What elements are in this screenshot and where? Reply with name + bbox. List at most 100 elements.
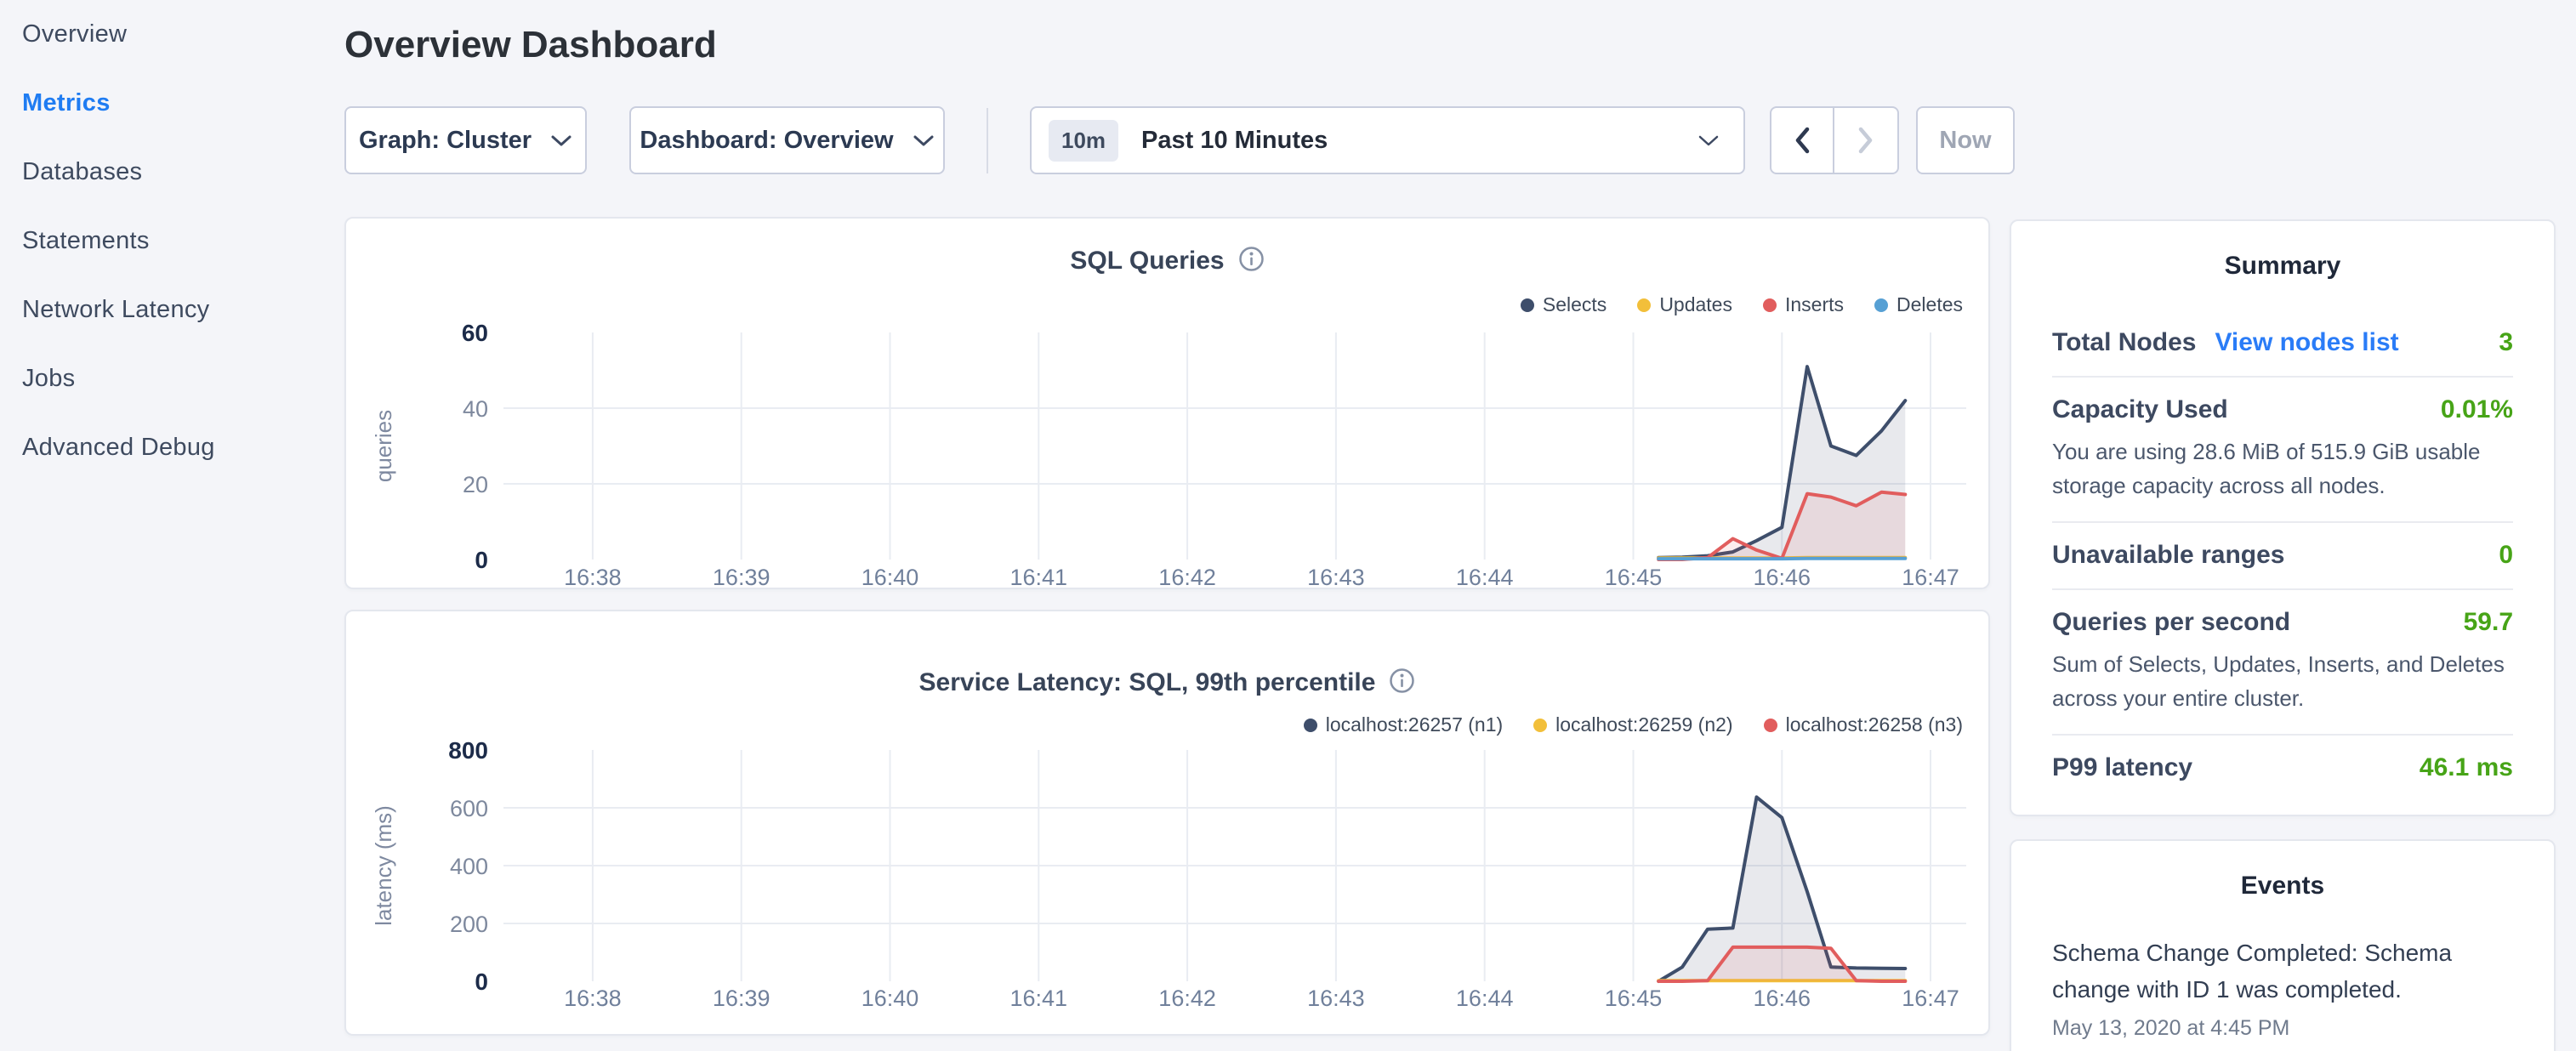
- legend-item[interactable]: localhost:26257 (n1): [1304, 713, 1503, 736]
- svg-text:16:47: 16:47: [1902, 565, 1959, 590]
- chevron-down-icon: [1697, 134, 1720, 147]
- now-button-label: Now: [1939, 127, 1991, 155]
- svg-text:16:38: 16:38: [564, 565, 622, 590]
- time-range-selector[interactable]: 10m Past 10 Minutes: [1030, 106, 1745, 174]
- svg-text:16:44: 16:44: [1456, 565, 1514, 590]
- legend-dot: [1637, 298, 1651, 312]
- legend-dot: [1874, 298, 1888, 312]
- summary-row-value: 46.1 ms: [2420, 753, 2513, 782]
- sidebar-item-databases[interactable]: Databases: [0, 138, 344, 207]
- svg-text:16:39: 16:39: [713, 565, 771, 590]
- svg-text:16:43: 16:43: [1307, 565, 1365, 590]
- events-title: Events: [2011, 872, 2554, 900]
- legend-item[interactable]: localhost:26258 (n3): [1764, 713, 1963, 736]
- legend-label: localhost:26259 (n2): [1555, 713, 1732, 736]
- summary-row-value: 0.01%: [2441, 395, 2513, 424]
- legend-item[interactable]: Inserts: [1763, 293, 1844, 316]
- svg-text:16:41: 16:41: [1010, 565, 1068, 590]
- summary-row-capacity: Capacity Used 0.01%: [2052, 378, 2513, 424]
- summary-row-description: You are using 28.6 MiB of 515.9 GiB usab…: [2052, 435, 2513, 503]
- now-button[interactable]: Now: [1916, 106, 2015, 174]
- time-range-badge: 10m: [1049, 120, 1118, 162]
- graph-dropdown-label: Graph: Cluster: [359, 127, 532, 155]
- svg-text:16:40: 16:40: [862, 986, 919, 1011]
- sql-queries-chart[interactable]: 0 20 40 60 16:38 16:39 16:40 16:41 16:42 16:43 16:…: [359, 316, 1992, 597]
- info-icon[interactable]: [1389, 668, 1415, 698]
- legend-item[interactable]: localhost:26259 (n2): [1533, 713, 1732, 736]
- sidebar-item-statements[interactable]: Statements: [0, 207, 344, 276]
- legend-label: Updates: [1659, 293, 1732, 316]
- legend-dot: [1304, 719, 1317, 732]
- summary-row-unavailable-ranges: Unavailable ranges 0: [2052, 523, 2513, 570]
- chevron-right-icon: [1855, 125, 1877, 156]
- summary-row-total-nodes: Total Nodes View nodes list 3: [2052, 281, 2513, 357]
- graph-dropdown[interactable]: Graph: Cluster: [344, 106, 587, 174]
- chevron-down-icon: [913, 134, 935, 147]
- summary-row-description: Sum of Selects, Updates, Inserts, and De…: [2052, 647, 2513, 715]
- event-text: Schema Change Completed: Schema change w…: [2052, 935, 2513, 1008]
- chart-legend: localhost:26257 (n1) localhost:26259 (n2…: [1304, 713, 1963, 736]
- dashboard-dropdown[interactable]: Dashboard: Overview: [629, 106, 945, 174]
- summary-row-label: Total Nodes: [2052, 328, 2196, 357]
- summary-row-label: Unavailable ranges: [2052, 541, 2284, 570]
- summary-title: Summary: [2011, 252, 2554, 281]
- svg-text:40: 40: [463, 396, 488, 422]
- events-panel: Events Schema Change Completed: Schema c…: [2010, 839, 2556, 1051]
- chevron-down-icon: [550, 134, 572, 147]
- info-icon[interactable]: [1238, 246, 1265, 276]
- service-latency-chart-panel: Service Latency: SQL, 99th percentile lo…: [344, 610, 1990, 1036]
- sidebar-item-jobs[interactable]: Jobs: [0, 344, 344, 413]
- svg-text:16:42: 16:42: [1158, 565, 1216, 590]
- svg-text:16:42: 16:42: [1158, 986, 1216, 1011]
- legend-item[interactable]: Selects: [1521, 293, 1606, 316]
- svg-text:800: 800: [448, 739, 488, 764]
- summary-row-label: Queries per second: [2052, 608, 2290, 637]
- svg-text:16:45: 16:45: [1605, 565, 1663, 590]
- summary-panel: Summary Total Nodes View nodes list 3 Ca…: [2010, 219, 2556, 816]
- legend-label: localhost:26257 (n1): [1326, 713, 1503, 736]
- dashboard-dropdown-label: Dashboard: Overview: [640, 127, 893, 155]
- chart-legend: Selects Updates Inserts Deletes: [1521, 293, 1963, 316]
- legend-label: Inserts: [1785, 293, 1844, 316]
- summary-row-label: Capacity Used: [2052, 395, 2228, 424]
- legend-item[interactable]: Updates: [1637, 293, 1732, 316]
- svg-text:0: 0: [475, 969, 488, 995]
- event-timestamp: May 13, 2020 at 4:45 PM: [2052, 1016, 2513, 1041]
- chart-title: Service Latency: SQL, 99th percentile: [919, 668, 1376, 697]
- legend-dot: [1521, 298, 1534, 312]
- legend-label: localhost:26258 (n3): [1786, 713, 1963, 736]
- svg-text:60: 60: [462, 320, 488, 346]
- event-list-item[interactable]: Schema Change Completed: Schema change w…: [2011, 900, 2554, 1041]
- svg-text:16:47: 16:47: [1902, 986, 1959, 1011]
- svg-text:16:38: 16:38: [564, 986, 622, 1011]
- sql-queries-chart-panel: SQL Queries Selects Updates Inserts Dele…: [344, 217, 1990, 589]
- legend-label: Selects: [1543, 293, 1606, 316]
- svg-text:200: 200: [450, 912, 488, 937]
- legend-item[interactable]: Deletes: [1874, 293, 1963, 316]
- svg-text:16:40: 16:40: [862, 565, 919, 590]
- sidebar: Overview Metrics Databases Statements Ne…: [0, 0, 344, 1051]
- sidebar-item-network-latency[interactable]: Network Latency: [0, 276, 344, 344]
- svg-text:16:39: 16:39: [713, 986, 771, 1011]
- sidebar-item-metrics[interactable]: Metrics: [0, 69, 344, 138]
- view-nodes-list-link[interactable]: View nodes list: [2215, 328, 2398, 357]
- summary-row-value: 59.7: [2464, 608, 2513, 637]
- summary-row-label: P99 latency: [2052, 753, 2192, 782]
- sidebar-item-overview[interactable]: Overview: [0, 0, 344, 69]
- controls-divider: [987, 108, 988, 173]
- page-title: Overview Dashboard: [344, 24, 717, 66]
- legend-dot: [1533, 719, 1547, 732]
- legend-label: Deletes: [1896, 293, 1963, 316]
- time-step-back-button[interactable]: [1770, 106, 1834, 174]
- sidebar-item-advanced-debug[interactable]: Advanced Debug: [0, 413, 344, 482]
- svg-text:16:45: 16:45: [1605, 986, 1663, 1011]
- svg-text:20: 20: [463, 472, 488, 497]
- summary-row-qps: Queries per second 59.7: [2052, 590, 2513, 637]
- service-latency-chart[interactable]: 020040060080016:3816:3916:4016:4116:4216…: [359, 739, 1992, 1032]
- summary-row-p99-latency: P99 latency 46.1 ms: [2052, 736, 2513, 782]
- summary-row-value: 3: [2499, 328, 2513, 357]
- chevron-left-icon: [1791, 125, 1813, 156]
- time-step-forward-button[interactable]: [1834, 106, 1899, 174]
- svg-text:600: 600: [450, 796, 488, 821]
- svg-text:0: 0: [475, 547, 488, 573]
